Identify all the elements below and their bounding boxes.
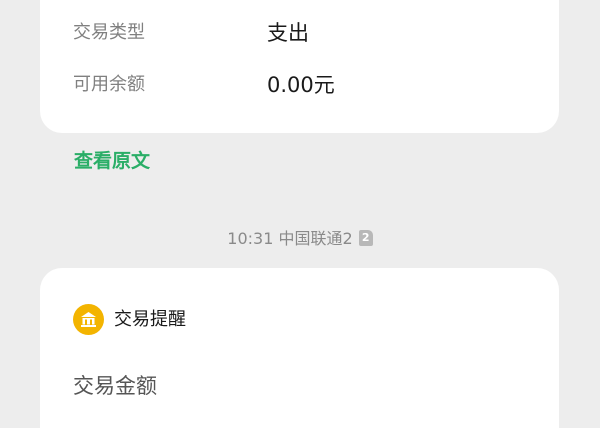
transaction-summary-card: 交易类型 支出 可用余额 0.00元: [40, 0, 559, 133]
available-balance-value: 0.00元: [267, 73, 335, 97]
carrier-name: 中国联通2: [278, 229, 353, 248]
message-time: 10:31: [227, 229, 274, 248]
available-balance-label: 可用余额: [73, 74, 145, 95]
bank-icon: [73, 304, 104, 335]
transaction-type-row: 交易类型 支出: [73, 18, 539, 48]
transaction-type-label: 交易类型: [73, 22, 145, 43]
available-balance-row: 可用余额 0.00元: [73, 70, 539, 100]
sim-card-icon: 2: [358, 230, 373, 246]
sim-slot-number: 2: [361, 231, 370, 244]
transaction-alert-card[interactable]: 交易提醒 交易金额: [40, 268, 559, 428]
transaction-amount-label: 交易金额: [73, 374, 157, 398]
view-original-link[interactable]: 查看原文: [74, 149, 150, 173]
alert-title: 交易提醒: [114, 309, 186, 330]
message-timestamp: 10:31 中国联通2 2: [0, 228, 600, 250]
transaction-type-value: 支出: [267, 21, 309, 45]
